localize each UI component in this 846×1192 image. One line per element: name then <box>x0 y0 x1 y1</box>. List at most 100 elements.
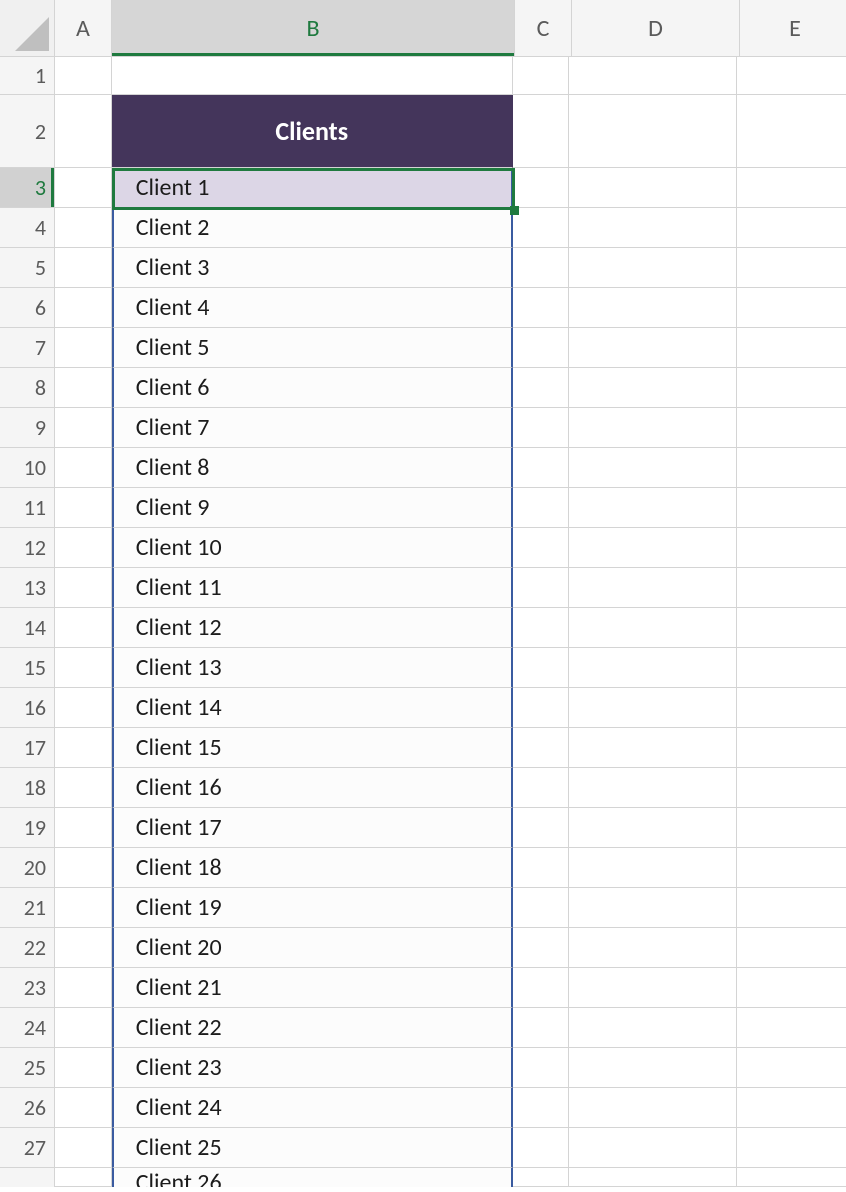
row-header-1[interactable]: 1 <box>0 57 55 95</box>
cell-D16[interactable] <box>569 688 736 728</box>
row-header-27[interactable]: 27 <box>0 1128 55 1168</box>
cell-E19[interactable] <box>737 808 846 848</box>
cell-A2[interactable] <box>55 95 112 168</box>
cell-A18[interactable] <box>55 768 112 808</box>
cell-E20[interactable] <box>737 848 846 888</box>
cell-C12[interactable] <box>513 528 570 568</box>
cell-B12[interactable]: Client 10 <box>112 528 513 568</box>
cell-D4[interactable] <box>569 208 736 248</box>
cell-D15[interactable] <box>569 648 736 688</box>
cell-C11[interactable] <box>513 488 570 528</box>
row-header-11[interactable]: 11 <box>0 488 55 528</box>
cell-B1[interactable] <box>112 57 513 95</box>
row-header-21[interactable]: 21 <box>0 888 55 928</box>
cell-B28[interactable]: Client 26 <box>112 1168 513 1187</box>
cell-D6[interactable] <box>569 288 736 328</box>
cell-E23[interactable] <box>737 968 846 1008</box>
cell-E22[interactable] <box>737 928 846 968</box>
row-header-6[interactable]: 6 <box>0 288 55 328</box>
cell-D21[interactable] <box>569 888 736 928</box>
cell-A7[interactable] <box>55 328 112 368</box>
cell-C16[interactable] <box>513 688 570 728</box>
cell-A28[interactable] <box>55 1168 112 1187</box>
cell-C24[interactable] <box>513 1008 570 1048</box>
row-header-3[interactable]: 3 <box>0 168 55 208</box>
cell-E12[interactable] <box>737 528 846 568</box>
cell-B2-table-header[interactable]: Clients <box>112 95 513 168</box>
cell-A1[interactable] <box>55 57 112 95</box>
row-header-8[interactable]: 8 <box>0 368 55 408</box>
cell-D10[interactable] <box>569 448 736 488</box>
cell-A13[interactable] <box>55 568 112 608</box>
row-header-17[interactable]: 17 <box>0 728 55 768</box>
cell-D7[interactable] <box>569 328 736 368</box>
cell-D19[interactable] <box>569 808 736 848</box>
cell-E17[interactable] <box>737 728 846 768</box>
cell-E28[interactable] <box>737 1168 846 1187</box>
cell-D3[interactable] <box>569 168 736 208</box>
cell-C21[interactable] <box>513 888 570 928</box>
col-header-C[interactable]: C <box>515 0 572 57</box>
cell-A6[interactable] <box>55 288 112 328</box>
row-header-15[interactable]: 15 <box>0 648 55 688</box>
cell-D1[interactable] <box>569 57 736 95</box>
cell-B19[interactable]: Client 17 <box>112 808 513 848</box>
cell-C7[interactable] <box>513 328 570 368</box>
cell-B14[interactable]: Client 12 <box>112 608 513 648</box>
cell-A26[interactable] <box>55 1088 112 1128</box>
cell-D8[interactable] <box>569 368 736 408</box>
row-header-19[interactable]: 19 <box>0 808 55 848</box>
cell-D14[interactable] <box>569 608 736 648</box>
row-header-16[interactable]: 16 <box>0 688 55 728</box>
cell-C17[interactable] <box>513 728 570 768</box>
col-header-A[interactable]: A <box>55 0 112 57</box>
row-header-4[interactable]: 4 <box>0 208 55 248</box>
cell-D20[interactable] <box>569 848 736 888</box>
row-header-13[interactable]: 13 <box>0 568 55 608</box>
cell-A10[interactable] <box>55 448 112 488</box>
cell-C3[interactable] <box>513 168 570 208</box>
cell-E10[interactable] <box>737 448 846 488</box>
cell-D23[interactable] <box>569 968 736 1008</box>
cell-D18[interactable] <box>569 768 736 808</box>
cell-B4[interactable]: Client 2 <box>112 208 513 248</box>
cell-A4[interactable] <box>55 208 112 248</box>
cell-E6[interactable] <box>737 288 846 328</box>
cell-D5[interactable] <box>569 248 736 288</box>
cell-C5[interactable] <box>513 248 570 288</box>
cell-C19[interactable] <box>513 808 570 848</box>
cell-C20[interactable] <box>513 848 570 888</box>
cell-B26[interactable]: Client 24 <box>112 1088 513 1128</box>
row-header-7[interactable]: 7 <box>0 328 55 368</box>
cell-E4[interactable] <box>737 208 846 248</box>
row-header-20[interactable]: 20 <box>0 848 55 888</box>
cell-E13[interactable] <box>737 568 846 608</box>
cell-A23[interactable] <box>55 968 112 1008</box>
cell-B17[interactable]: Client 15 <box>112 728 513 768</box>
cell-A27[interactable] <box>55 1128 112 1168</box>
cell-B3[interactable]: Client 1 <box>112 168 513 208</box>
row-header-22[interactable]: 22 <box>0 928 55 968</box>
cell-C14[interactable] <box>513 608 570 648</box>
cell-C27[interactable] <box>513 1128 570 1168</box>
cell-D25[interactable] <box>569 1048 736 1088</box>
spreadsheet-grid[interactable]: A B C D E 1 2 3 4 5 6 7 8 9 10 11 12 13 … <box>0 0 846 1192</box>
cell-B24[interactable]: Client 22 <box>112 1008 513 1048</box>
row-header-26[interactable]: 26 <box>0 1088 55 1128</box>
row-header-24[interactable]: 24 <box>0 1008 55 1048</box>
cell-E15[interactable] <box>737 648 846 688</box>
cell-C2[interactable] <box>513 95 570 168</box>
cell-A20[interactable] <box>55 848 112 888</box>
row-header-23[interactable]: 23 <box>0 968 55 1008</box>
row-header-10[interactable]: 10 <box>0 448 55 488</box>
cell-E26[interactable] <box>737 1088 846 1128</box>
cell-B9[interactable]: Client 7 <box>112 408 513 448</box>
cell-A22[interactable] <box>55 928 112 968</box>
cell-B5[interactable]: Client 3 <box>112 248 513 288</box>
cell-E16[interactable] <box>737 688 846 728</box>
cell-D28[interactable] <box>569 1168 736 1187</box>
cell-A12[interactable] <box>55 528 112 568</box>
cell-E25[interactable] <box>737 1048 846 1088</box>
cell-E8[interactable] <box>737 368 846 408</box>
cell-D13[interactable] <box>569 568 736 608</box>
